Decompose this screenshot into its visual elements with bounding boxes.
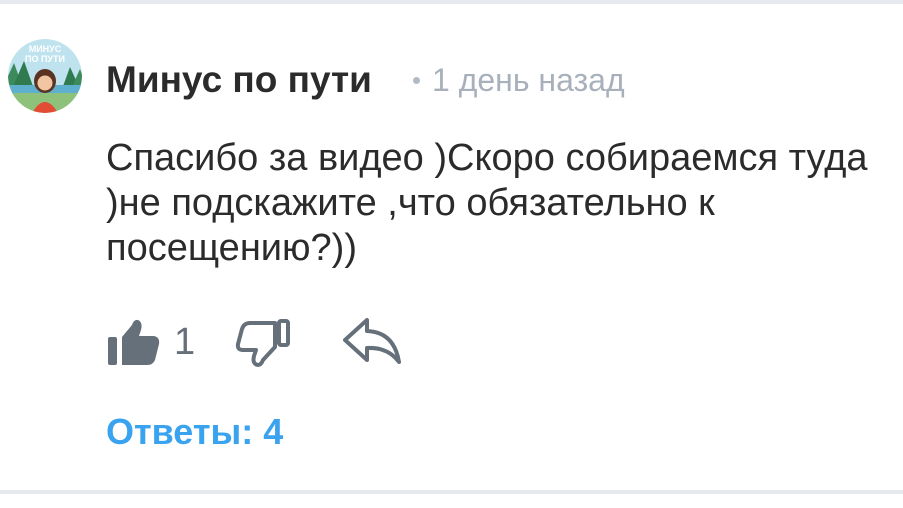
avatar-logo-line2: ПО ПУТИ bbox=[25, 54, 65, 64]
comment-text: Спасибо за видео )Скоро собираемся туда … bbox=[106, 137, 868, 269]
comment-timestamp: 1 день назад bbox=[432, 62, 625, 98]
comment-author[interactable]: Минус по пути bbox=[106, 56, 372, 104]
avatar[interactable]: МИНУС ПО ПУТИ bbox=[8, 39, 82, 113]
comment-actions: 1 bbox=[106, 312, 403, 372]
bottom-divider bbox=[0, 490, 903, 494]
top-divider bbox=[0, 0, 903, 4]
thumbs-up-icon[interactable] bbox=[106, 317, 162, 367]
reply-arrow-icon[interactable] bbox=[341, 316, 403, 368]
replies-link[interactable]: Ответы: 4 bbox=[106, 410, 283, 454]
like-count: 1 bbox=[174, 321, 196, 363]
separator-dot bbox=[413, 76, 420, 84]
comment-meta: 1 день назад bbox=[413, 58, 625, 102]
avatar-logo-line1: МИНУС bbox=[29, 44, 62, 54]
thumbs-down-icon[interactable] bbox=[235, 317, 291, 367]
